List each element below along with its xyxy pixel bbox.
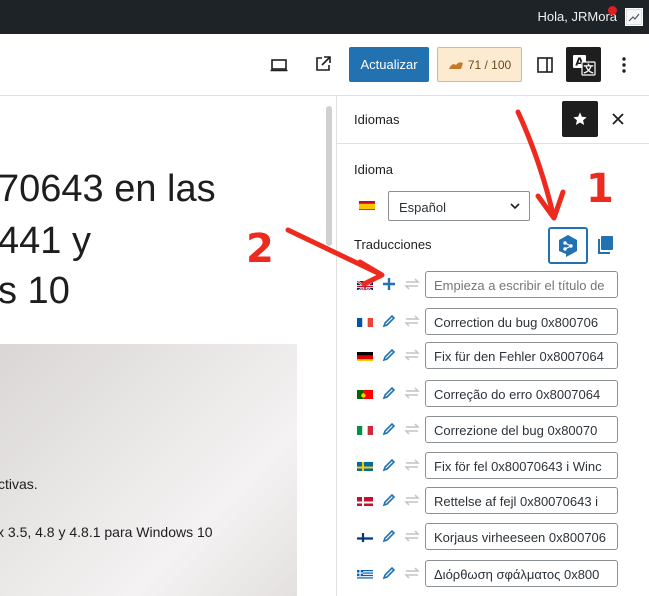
translation-input-it[interactable]: Correzione del bug 0x80070: [425, 416, 618, 443]
add-translation-icon[interactable]: [381, 276, 397, 292]
sync-icon[interactable]: [404, 347, 420, 363]
update-button[interactable]: Actualizar: [349, 47, 429, 82]
sync-icon[interactable]: [404, 385, 420, 401]
score-icon: [448, 61, 463, 69]
translation-input-dk[interactable]: Rettelse af fejl 0x80070643 i: [425, 487, 618, 514]
translation-input-fi[interactable]: Korjaus virheeseen 0x800706: [425, 523, 618, 550]
flag-fr-icon: [357, 316, 373, 327]
edit-translation-icon[interactable]: [381, 528, 397, 544]
editor-canvas[interactable]: 70643 en las 441 y s 10 ctivas. x 3.5, 4…: [0, 96, 336, 596]
translation-input-de[interactable]: Fix für den Fehler 0x8007064: [425, 342, 618, 369]
sidebar-toggle-icon[interactable]: [531, 51, 559, 79]
language-label: Idioma: [354, 162, 394, 177]
flag-gr-icon: [357, 568, 373, 579]
translation-input-se[interactable]: Fix för fel 0x80070643 i Winc: [425, 452, 618, 479]
close-sidebar-button[interactable]: [607, 108, 629, 130]
edit-translation-icon[interactable]: [381, 313, 397, 329]
pin-sidebar-button[interactable]: [562, 101, 598, 137]
image-text-line-1: ctivas.: [0, 476, 38, 492]
translate-button[interactable]: A 文: [566, 47, 601, 82]
sync-icon[interactable]: [404, 492, 420, 508]
flag-it-icon: [357, 424, 373, 435]
flag-se-icon: [357, 460, 373, 471]
translation-input-gr[interactable]: Διόρθωση σφάλματος 0x800: [425, 560, 618, 587]
sidebar-header: Idiomas: [337, 96, 649, 144]
edit-translation-icon[interactable]: [381, 457, 397, 473]
annotation-label-1: 1: [586, 166, 614, 212]
auto-translate-button[interactable]: [548, 227, 588, 264]
post-title-line-2[interactable]: 441 y: [0, 220, 91, 263]
flag-es-icon: [359, 199, 375, 210]
translation-input-fr[interactable]: Correction du bug 0x800706: [425, 308, 618, 335]
flag-fi-icon: [357, 531, 373, 542]
language-select-value: Español: [399, 200, 446, 215]
translations-label: Traducciones: [354, 237, 432, 252]
close-icon: [612, 113, 624, 125]
annotation-label-2: 2: [246, 226, 274, 272]
sync-icon[interactable]: [404, 565, 420, 581]
sync-icon[interactable]: [404, 457, 420, 473]
deepl-icon: [559, 234, 577, 257]
sync-icon[interactable]: [404, 528, 420, 544]
post-image[interactable]: ctivas. x 3.5, 4.8 y 4.8.1 para Windows …: [0, 344, 297, 596]
sync-icon[interactable]: [404, 421, 420, 437]
star-icon: [573, 112, 587, 125]
post-title-line-3[interactable]: s 10: [0, 270, 70, 313]
more-options-icon[interactable]: [610, 51, 638, 79]
svg-text:文: 文: [583, 62, 594, 75]
flag-dk-icon: [357, 495, 373, 506]
translation-input-gb[interactable]: Empieza a escribir el título de: [425, 271, 618, 298]
flag-de-icon: [357, 350, 373, 361]
copy-icon: [598, 236, 613, 254]
sidebar-title: Idiomas: [354, 112, 400, 127]
edit-translation-icon[interactable]: [381, 492, 397, 508]
editor-scrollbar[interactable]: [326, 106, 332, 246]
flag-gb-icon: [357, 279, 373, 290]
external-link-icon[interactable]: [309, 50, 337, 78]
admin-bar: Hola, JRMora: [0, 0, 649, 34]
edit-translation-icon[interactable]: [381, 565, 397, 581]
editor-screen: Hola, JRMora Actualizar 71 / 100 A 文 706…: [0, 0, 649, 596]
post-title-line-1[interactable]: 70643 en las: [0, 168, 216, 211]
chevron-down-icon: [510, 203, 520, 210]
edit-translation-icon[interactable]: [381, 347, 397, 363]
desktop-preview-icon[interactable]: [265, 51, 293, 79]
flag-pt-icon: [357, 388, 373, 399]
translate-icon: A 文: [572, 54, 596, 76]
sync-icon[interactable]: [404, 313, 420, 329]
seo-score-label: 71 / 100: [467, 57, 512, 72]
seo-score-button[interactable]: 71 / 100: [437, 47, 522, 82]
edit-translation-icon[interactable]: [381, 421, 397, 437]
avatar[interactable]: [625, 8, 643, 26]
edit-translation-icon[interactable]: [381, 385, 397, 401]
image-text-line-2: x 3.5, 4.8 y 4.8.1 para Windows 10: [0, 524, 213, 540]
language-select[interactable]: Español: [388, 191, 530, 221]
translation-input-pt[interactable]: Correção do erro 0x8007064: [425, 380, 618, 407]
copy-content-button[interactable]: [594, 234, 616, 256]
admin-greeting[interactable]: Hola, JRMora: [538, 9, 617, 24]
editor-toolbar: Actualizar 71 / 100 A 文: [0, 34, 649, 96]
notification-dot: [608, 6, 617, 15]
sync-icon[interactable]: [404, 276, 420, 292]
